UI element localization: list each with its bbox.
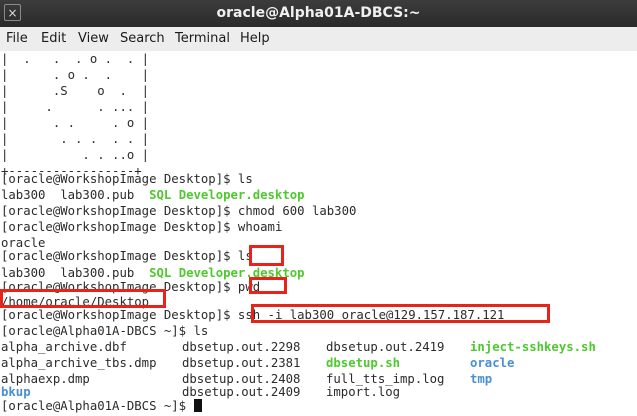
key-art-line: | . . ..o |: [1, 148, 150, 162]
text-cursor: [193, 399, 202, 412]
shell-prompt: [oracle@Alpha01A-DBCS ~]$: [1, 324, 194, 338]
key-art-line: | . . . o . . |: [1, 52, 150, 66]
shell-prompt: [oracle@WorkshopImage Desktop]$: [1, 204, 238, 218]
output-line: lab300 lab300.pub SQL Developer.desktop: [1, 187, 305, 203]
directory-entry: tmp: [470, 372, 493, 386]
menu-help[interactable]: Help: [240, 31, 270, 46]
command-line: [oracle@WorkshopImage Desktop]$ ls: [1, 248, 253, 264]
highlight-pwd-command: [249, 277, 287, 294]
executable-file: dbsetup.sh: [326, 356, 401, 370]
key-art-line: | . . . o |: [1, 116, 150, 130]
key-art-line: | . o . . |: [1, 68, 150, 82]
directory-entry: oracle: [470, 356, 515, 370]
file-entry: import.log: [326, 385, 401, 399]
shell-prompt: [oracle@WorkshopImage Desktop]$: [1, 220, 238, 234]
menu-bar: File Edit View Search Terminal Help: [0, 27, 637, 52]
key-art-line: | . . ... |: [1, 100, 150, 114]
highlight-ls-command: [249, 245, 284, 266]
command-text: chmod 600 lab300: [237, 204, 357, 218]
shell-prompt: [oracle@WorkshopImage Desktop]$: [1, 308, 238, 322]
file-entry: dbsetup.out.2298: [182, 340, 301, 354]
command-line: [oracle@WorkshopImage Desktop]$ chmod 60…: [1, 203, 356, 219]
command-text: whoami: [237, 220, 283, 234]
shell-prompt: [oracle@Alpha01A-DBCS ~]$: [1, 399, 194, 413]
command-line: [oracle@WorkshopImage Desktop]$ ls: [1, 171, 253, 187]
file-entry: alpha_archive_tbs.dmp: [1, 356, 157, 370]
close-icon[interactable]: ×: [4, 4, 21, 21]
command-line: [oracle@Alpha01A-DBCS ~]$ ls: [1, 323, 208, 339]
menu-file[interactable]: File: [6, 31, 28, 46]
file-entry: dbsetup.out.2381: [182, 356, 301, 370]
menu-terminal[interactable]: Terminal: [175, 31, 230, 46]
window-title: oracle@Alpha01A-DBCS:~: [216, 5, 421, 21]
highlight-pwd-output: [0, 289, 166, 308]
key-art-line: | . . . . . |: [1, 132, 150, 146]
file-names: lab300 lab300.pub: [1, 188, 150, 202]
title-bar: × oracle@Alpha01A-DBCS:~: [0, 0, 637, 27]
file-names: lab300 lab300.pub: [1, 266, 150, 280]
file-entry: dbsetup.out.2419: [326, 340, 445, 354]
terminal-output[interactable]: | . . . o . . | | . o . . | | .S o . | |…: [0, 51, 637, 416]
file-entry: alpha_archive.dbf: [1, 340, 127, 354]
executable-file: SQL Developer.desktop: [149, 188, 305, 202]
highlight-ssh-command: [251, 304, 550, 323]
shell-prompt: [oracle@WorkshopImage Desktop]$: [1, 172, 238, 186]
menu-edit[interactable]: Edit: [41, 31, 66, 46]
command-line: [oracle@WorkshopImage Desktop]$ whoami: [1, 219, 282, 235]
command-text: ls: [237, 172, 253, 186]
executable-file: inject-sshkeys.sh: [470, 340, 596, 354]
menu-search[interactable]: Search: [120, 31, 165, 46]
shell-prompt: [oracle@WorkshopImage Desktop]$: [1, 249, 238, 263]
command-text: ls: [193, 324, 209, 338]
key-art-line: | .S o . |: [1, 84, 150, 98]
command-line[interactable]: [oracle@Alpha01A-DBCS ~]$: [1, 398, 202, 414]
menu-view[interactable]: View: [78, 31, 109, 46]
terminal-window: × oracle@Alpha01A-DBCS:~ File Edit View …: [0, 0, 637, 416]
